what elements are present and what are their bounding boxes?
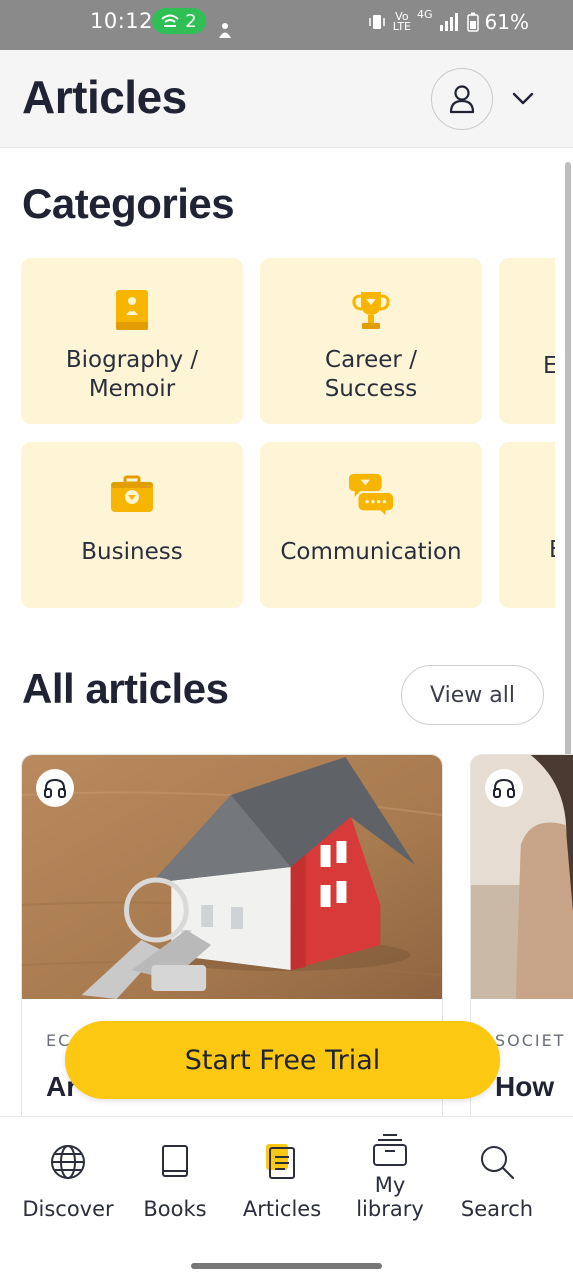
audio-available-badge — [36, 769, 74, 807]
volte-line2: LTE — [392, 20, 412, 33]
home-indicator[interactable] — [191, 1263, 382, 1269]
category-label: E — [543, 353, 555, 379]
status-right: Vo LTE 4G 61% — [367, 8, 529, 34]
signal-icon — [439, 13, 458, 31]
nav-item-books[interactable]: Books — [118, 1117, 232, 1247]
nav-label: Articles — [242, 1197, 322, 1221]
categories-grid: Biography / Memoir Career / Success E Bu… — [0, 258, 555, 610]
nav-label: My library — [356, 1173, 424, 1221]
all-articles-heading: All articles — [22, 665, 229, 712]
status-bar: 10:12 2 Vo LTE 4G 61% — [0, 0, 573, 50]
library-icon — [369, 1129, 411, 1171]
trophy-icon — [347, 288, 395, 332]
categories-heading: Categories — [22, 180, 235, 227]
chat-bubbles-icon — [347, 472, 395, 516]
briefcase-icon — [108, 472, 156, 516]
headphones-icon — [493, 778, 515, 798]
category-label: Communication — [280, 539, 462, 565]
battery-icon — [466, 12, 479, 32]
category-card-communication[interactable]: Communication — [260, 442, 482, 608]
biography-book-icon — [108, 288, 156, 332]
headphones-icon — [44, 778, 66, 798]
nav-label: Discover — [22, 1197, 114, 1221]
nav-item-my-library[interactable]: My library — [333, 1117, 447, 1247]
article-title: How — [495, 1071, 555, 1102]
book-icon — [154, 1141, 196, 1183]
start-free-trial-button[interactable]: Start Free Trial — [65, 1021, 500, 1099]
bottom-navigation: Discover Books Articles My library Searc… — [0, 1116, 573, 1280]
wifi-count: 2 — [185, 10, 197, 32]
globe-icon — [47, 1141, 89, 1183]
category-card-career[interactable]: Career / Success — [260, 258, 482, 424]
nav-item-articles[interactable]: Articles — [225, 1117, 339, 1247]
category-card-partial[interactable]: E — [499, 258, 555, 424]
app-header: Articles — [0, 50, 573, 148]
user-icon — [449, 85, 475, 114]
view-all-button[interactable]: View all — [401, 665, 544, 725]
profile-button[interactable] — [431, 68, 493, 130]
nav-item-discover[interactable]: Discover — [11, 1117, 125, 1247]
account-menu-toggle[interactable] — [508, 84, 538, 114]
nav-label: Books — [143, 1197, 207, 1221]
nav-item-search[interactable]: Search — [440, 1117, 554, 1247]
nav-label: Search — [460, 1197, 534, 1221]
articles-icon — [261, 1141, 303, 1183]
chevron-down-icon — [512, 92, 534, 105]
vibrate-icon — [368, 15, 385, 29]
wifi-icon — [161, 14, 179, 27]
category-label: Career / Success — [324, 347, 418, 402]
notification-icon — [219, 23, 231, 38]
page-title: Articles — [22, 71, 187, 123]
article-image-house — [22, 755, 442, 999]
network-type: 4G — [417, 8, 433, 21]
category-label: Biography / Memoir — [65, 347, 199, 402]
battery-percent: 61% — [484, 10, 529, 34]
category-card-partial-2[interactable]: E — [499, 442, 555, 608]
search-icon — [476, 1141, 518, 1183]
category-label: Business — [81, 539, 183, 565]
category-card-biography[interactable]: Biography / Memoir — [21, 258, 243, 424]
wifi-hotspot-pill: 2 — [152, 8, 206, 34]
audio-available-badge — [485, 769, 523, 807]
article-category: SOCIET — [495, 1031, 566, 1050]
volte-indicator: Vo LTE — [392, 11, 412, 33]
category-label: E — [499, 536, 555, 565]
status-time: 10:12 — [90, 9, 154, 33]
category-card-business[interactable]: Business — [21, 442, 243, 608]
